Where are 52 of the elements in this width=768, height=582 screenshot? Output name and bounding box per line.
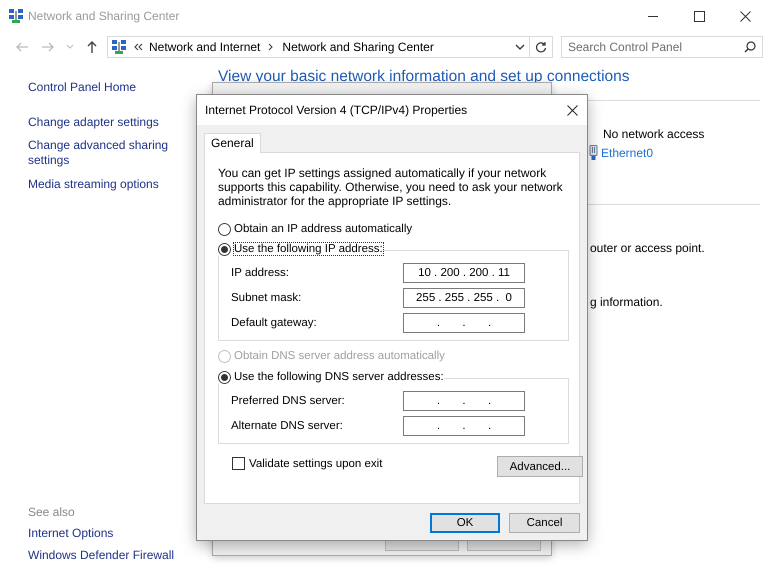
advanced-button[interactable]: Advanced... [497,456,583,477]
radio-label[interactable]: Use the following DNS server addresses: [234,371,444,383]
sidebar-link[interactable]: Control Panel Home [28,80,136,95]
dropdown-icon [515,43,525,51]
breadcrumb-item[interactable]: Network and Sharing Center [282,40,434,54]
connection-link[interactable]: Ethernet0 [601,146,654,160]
instruction-text: You can get IP settings assigned automatically if your network supports this capability. Otherwise, you need to ask your network administrator for the appropriate IP settings. [218,166,564,208]
ip-address-field[interactable]: . . . [403,390,525,410]
ip-address-field[interactable]: . . . [403,312,525,332]
radio-button[interactable] [218,370,231,384]
sidebar-link[interactable]: Change adapter settings [28,115,159,130]
sidebar-link[interactable]: Change advanced sharing settings [28,138,178,168]
field-label: Alternate DNS server: [231,420,344,432]
search-icon [744,41,756,53]
cancel-button[interactable]: Cancel [509,513,580,533]
description-text: g information. [590,295,664,309]
window-title: Network and Sharing Center [28,9,180,23]
tab[interactable]: General [204,133,261,153]
search-field[interactable]: Search Control Panel [561,36,763,58]
checkbox-label[interactable]: Validate settings upon exit [249,458,382,470]
ip-address-field[interactable]: . . . [403,416,525,436]
field-label: Preferred DNS server: [231,394,346,406]
radio-button[interactable] [218,242,231,256]
ip-address-field[interactable]: 255 . 255 . 255 . 0 [403,288,525,308]
ok-button[interactable]: OK [430,513,500,533]
radio-label[interactable]: Use the following IP address: [234,243,383,255]
access-type: No network access [603,127,706,141]
refresh-icon[interactable] [535,41,547,53]
chevron-icon [133,42,143,52]
radio-button[interactable] [218,222,231,236]
address-bar[interactable]: Network and Internet Network and Sharing Center [107,36,553,58]
sidebar-link[interactable]: Windows Defender Firewall [28,548,174,563]
radio-label: Obtain DNS server address automatically [234,350,445,362]
checkbox[interactable] [232,457,245,470]
maximize-button[interactable] [694,10,704,22]
sidebar-link[interactable]: Media streaming options [28,177,159,192]
sidebar-link[interactable]: Internet Options [28,526,114,541]
description-text: outer or access point. [590,241,706,255]
dialog-title: Internet Protocol Version 4 (TCP/IPv4) Properties [205,103,468,117]
close-button[interactable] [740,10,750,22]
network-icon [8,8,24,24]
field-label: Default gateway: [231,316,318,328]
close-button[interactable] [566,104,578,116]
chevron-right-icon [268,43,274,51]
field-label: Subnet mask: [231,292,302,304]
ethernet-icon [589,145,598,160]
breadcrumb-item[interactable]: Network and Internet [149,40,260,54]
field-label: IP address: [231,266,290,278]
section-label: See also [28,505,76,519]
radio-label[interactable]: Obtain an IP address automatically [234,223,412,235]
network-icon [111,39,127,55]
ip-address-field[interactable]: 10 . 200 . 200 . 11 [403,262,525,282]
